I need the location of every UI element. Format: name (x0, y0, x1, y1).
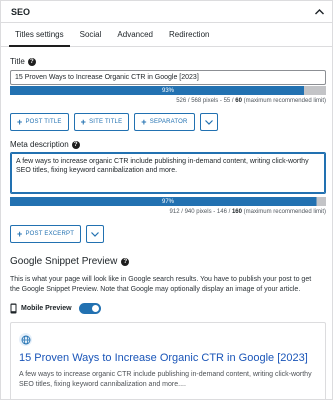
meta-length-progress: 97% (10, 197, 326, 206)
collapse-icon[interactable] (314, 7, 324, 17)
mobile-preview-row: Mobile Preview (10, 303, 324, 314)
mobile-preview-toggle[interactable] (78, 303, 101, 314)
plus-icon: + (141, 117, 147, 127)
plus-icon: + (80, 117, 87, 127)
help-icon[interactable]: ? (27, 57, 36, 66)
post-excerpt-button-label: POST EXCERPT (25, 231, 75, 237)
meta-limit-note: (maximum recommended limit) (243, 209, 326, 215)
meta-variable-buttons: + POST EXCERPT (10, 225, 324, 243)
title-pixels-used: 526 (176, 98, 187, 104)
help-icon[interactable]: ? (121, 257, 130, 266)
post-title-button-label: POST TITLE (25, 119, 62, 125)
meta-description-label: Meta description (10, 140, 69, 149)
snippet-description: This is what your page will look like in… (10, 276, 312, 293)
panel-header[interactable]: SEO (1, 1, 332, 23)
meta-description-textarea[interactable]: A few ways to increase organic CTR inclu… (10, 152, 326, 194)
site-title-button[interactable]: + SITE TITLE (73, 113, 130, 131)
meta-progress-label: 97% (161, 198, 174, 205)
title-label-row: Title ? (10, 57, 324, 66)
help-icon[interactable]: ? (71, 140, 80, 149)
title-length-progress: 93% (10, 86, 326, 95)
tab-redirection[interactable]: Redirection (161, 23, 217, 46)
title-variable-buttons: + POST TITLE + SITE TITLE + SEPARATOR (10, 113, 324, 131)
snippet-preview-description: A few ways to increase organic CTR inclu… (19, 371, 312, 388)
more-variables-button[interactable] (199, 113, 218, 131)
tab-social[interactable]: Social (72, 23, 110, 46)
title-pixels-max: 568 (191, 98, 202, 104)
separator-button[interactable]: + SEPARATOR (134, 113, 195, 131)
mobile-preview-label: Mobile Preview (21, 305, 72, 312)
meta-chars-max: 160 (231, 209, 242, 215)
globe-icon (19, 333, 32, 346)
more-meta-variables-button[interactable] (86, 225, 105, 243)
title-meter-text: 526 / 568 pixels - 55 / 60 (maximum reco… (176, 98, 326, 104)
panel-title: SEO (11, 6, 31, 17)
title-chars-used: 55 (223, 98, 231, 104)
post-excerpt-button[interactable]: + POST EXCERPT (10, 225, 82, 243)
chevron-down-icon (204, 119, 213, 125)
tab-bar: Titles settings Social Advanced Redirect… (1, 23, 332, 47)
smartphone-icon (10, 303, 17, 314)
title-progress-label: 93% (161, 87, 174, 94)
chevron-down-icon (91, 231, 100, 237)
google-snippet-preview: 15 Proven Ways to Increase Organic CTR i… (10, 322, 326, 400)
meta-meter-text: 912 / 940 pixels - 146 / 160 (maximum re… (169, 209, 326, 215)
snippet-preview-title[interactable]: 15 Proven Ways to Increase Organic CTR i… (19, 352, 317, 365)
tab-advanced[interactable]: Advanced (109, 23, 161, 46)
meta-pixels-max: 940 (184, 209, 195, 215)
snippet-heading: Google Snippet Preview (10, 256, 118, 267)
snippet-heading-row: Google Snippet Preview ? (10, 256, 324, 267)
title-limit-note: (maximum recommended limit) (243, 98, 326, 104)
tab-content: Title ? 15 Proven Ways to Increase Organ… (1, 47, 332, 400)
seo-panel: SEO Titles settings Social Advanced Redi… (0, 0, 333, 400)
plus-icon: + (17, 117, 23, 127)
post-title-button[interactable]: + POST TITLE (10, 113, 69, 131)
site-title-button-label: SITE TITLE (89, 119, 123, 125)
title-label: Title (10, 57, 25, 66)
title-input[interactable]: 15 Proven Ways to Increase Organic CTR i… (10, 70, 326, 85)
title-chars-max: 60 (235, 98, 242, 104)
plus-icon: + (17, 229, 23, 239)
separator-button-label: SEPARATOR (149, 119, 188, 125)
meta-pixels-used: 912 (169, 209, 180, 215)
meta-chars-used: 146 (216, 209, 227, 215)
meta-label-row: Meta description ? (10, 140, 324, 149)
tab-titles-settings[interactable]: Titles settings (7, 23, 72, 47)
